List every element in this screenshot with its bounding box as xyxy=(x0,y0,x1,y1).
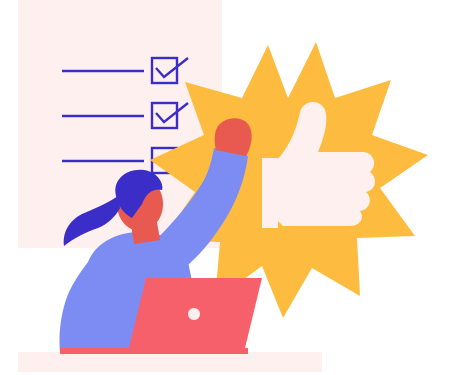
laptop-logo xyxy=(188,308,200,320)
thumbs-up-cuff xyxy=(262,158,278,228)
raised-fist xyxy=(214,118,252,156)
desk xyxy=(18,352,322,372)
illustration-canvas xyxy=(18,0,428,372)
laptop-base xyxy=(60,348,248,354)
celebration-illustration xyxy=(0,0,459,375)
